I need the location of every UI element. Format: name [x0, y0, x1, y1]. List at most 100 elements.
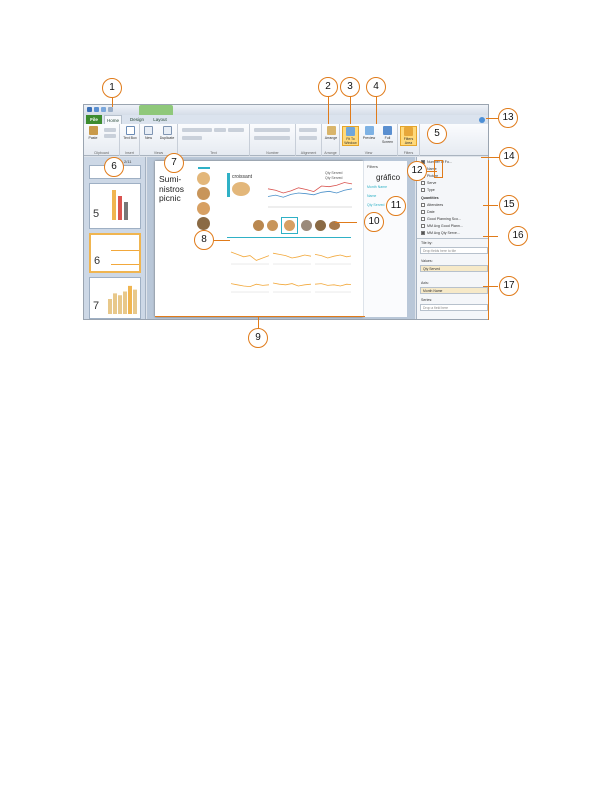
- tile-image[interactable]: [253, 220, 264, 231]
- filter-item[interactable]: Month Name: [367, 185, 387, 189]
- callout-bracket: [488, 160, 489, 320]
- panel-line: [230, 283, 270, 288]
- callout-13: 13: [498, 108, 518, 128]
- tab-file[interactable]: File: [86, 115, 102, 124]
- small-multiples-svg: [230, 251, 354, 293]
- text-box-label: Text Box: [123, 136, 137, 140]
- preview-icon: [364, 126, 374, 135]
- callout-9: 9: [248, 328, 268, 348]
- slicer-image[interactable]: [197, 187, 210, 200]
- tile-by-label: Tile by:: [421, 241, 433, 245]
- redo-icon[interactable]: [101, 107, 106, 112]
- paste-button[interactable]: Paste: [86, 126, 100, 140]
- arrange-button[interactable]: Arrange: [323, 126, 339, 140]
- tile-by-well[interactable]: Drop fields here to tile: [420, 247, 488, 254]
- view-thumbnail-5[interactable]: 5: [89, 183, 141, 229]
- series-label: Series:: [421, 298, 433, 302]
- slicer-image[interactable]: [197, 172, 210, 185]
- new-view-button[interactable]: New: [141, 126, 156, 140]
- filters-area-button[interactable]: Filters Area: [400, 126, 417, 146]
- callout-10: 10: [364, 212, 384, 232]
- group-alignment: Alignment: [296, 124, 322, 156]
- axis-label: Axis:: [421, 281, 429, 285]
- align-top-buttons[interactable]: [299, 128, 317, 132]
- duplicate-view-button[interactable]: Duplicate: [157, 126, 177, 140]
- new-view-icon: [144, 126, 153, 135]
- section-quantities[interactable]: Quantities: [421, 196, 439, 200]
- axis-well[interactable]: Month Name: [420, 287, 488, 294]
- field-serve[interactable]: Serve: [421, 181, 436, 186]
- align-bottom-buttons[interactable]: [299, 136, 317, 140]
- filter-item[interactable]: Name: [367, 194, 376, 198]
- number-format-box[interactable]: [254, 128, 290, 132]
- undo-icon[interactable]: [94, 107, 99, 112]
- callout-line: [214, 240, 230, 241]
- group-label-insert: Insert: [125, 151, 134, 155]
- panel-line: [230, 251, 270, 261]
- callout-line: [483, 236, 498, 237]
- field-mm-avg-qty[interactable]: MM Avg Qty Serve...: [421, 231, 460, 236]
- sheet-title-line: picnic: [159, 193, 181, 203]
- tab-design[interactable]: Design: [127, 115, 147, 124]
- font-grow-shrink[interactable]: [228, 128, 244, 132]
- callout-line: [328, 96, 329, 124]
- font-size-box[interactable]: [214, 128, 226, 132]
- text-box-button[interactable]: Text Box: [122, 126, 138, 140]
- thumb-bar: [113, 293, 117, 314]
- group-label-text: Text: [210, 151, 217, 155]
- font-name-box[interactable]: [182, 128, 212, 132]
- fit-to-window-button[interactable]: Fit To Window: [342, 126, 359, 146]
- card-visual[interactable]: croissant: [227, 173, 265, 203]
- tab-layout[interactable]: Layout: [150, 115, 170, 124]
- group-text: Text: [178, 124, 250, 156]
- callout-line: [481, 157, 501, 158]
- legend-entry: Qty Served: [325, 176, 343, 180]
- preview-button[interactable]: Preview: [361, 126, 377, 140]
- field-label: Good Planning Sco...: [427, 217, 461, 221]
- tile-image[interactable]: [315, 220, 326, 231]
- views-thumbnail-pane: 2/11 5 6 7: [84, 157, 146, 319]
- splitter[interactable]: [417, 238, 488, 239]
- thumb-bar: [118, 295, 122, 314]
- callout-15: 15: [499, 195, 519, 215]
- field-attendees[interactable]: Attendees: [421, 203, 444, 208]
- panel-line: [314, 283, 354, 287]
- callout-line: [350, 96, 351, 124]
- thumbnail-number: 5: [93, 208, 100, 220]
- callout-line: [112, 98, 113, 107]
- tile-image[interactable]: [267, 220, 278, 231]
- view-thumbnail-7[interactable]: 7: [89, 277, 141, 319]
- group-label-clipboard: Clipboard: [94, 151, 109, 155]
- tile-image[interactable]: [301, 220, 312, 231]
- view-thumbnail-6[interactable]: 6: [89, 233, 141, 273]
- field-date[interactable]: Date: [421, 210, 435, 215]
- field-type[interactable]: Type: [421, 188, 435, 193]
- thumbnail-number: 6: [94, 255, 101, 267]
- series-well[interactable]: Drop a field here: [420, 304, 488, 311]
- customize-toolbar-icon[interactable]: [108, 107, 113, 112]
- values-well[interactable]: Qty Served: [420, 265, 488, 272]
- callout-line: [483, 286, 498, 287]
- field-label: MM Avg Good Plann...: [427, 224, 463, 228]
- full-screen-label: Full Screen: [381, 136, 394, 144]
- callout-14: 14: [499, 147, 519, 167]
- help-icon[interactable]: [479, 117, 485, 123]
- full-screen-button[interactable]: Full Screen: [379, 126, 396, 144]
- line-chart[interactable]: [265, 175, 355, 211]
- thumbnail-number: 7: [93, 300, 100, 312]
- small-multiples-chart[interactable]: [227, 237, 354, 313]
- number-format-buttons[interactable]: [254, 136, 290, 140]
- slicer-image[interactable]: [197, 217, 210, 230]
- tab-home[interactable]: Home: [104, 115, 122, 124]
- save-icon[interactable]: [87, 107, 92, 112]
- field-mm-avg-good[interactable]: MM Avg Good Plann...: [421, 224, 463, 229]
- group-insert: Text Box Insert: [120, 124, 140, 156]
- legend-entry: Qty Served: [325, 171, 343, 175]
- slicer-image[interactable]: [197, 202, 210, 215]
- callout-3: 3: [340, 77, 360, 97]
- bold-italic-underline[interactable]: [182, 136, 202, 140]
- field-label: Attendees: [427, 203, 444, 207]
- arrange-icon: [326, 126, 336, 135]
- field-good-planning[interactable]: Good Planning Sco...: [421, 217, 461, 222]
- filter-item[interactable]: Qty Served: [367, 203, 385, 207]
